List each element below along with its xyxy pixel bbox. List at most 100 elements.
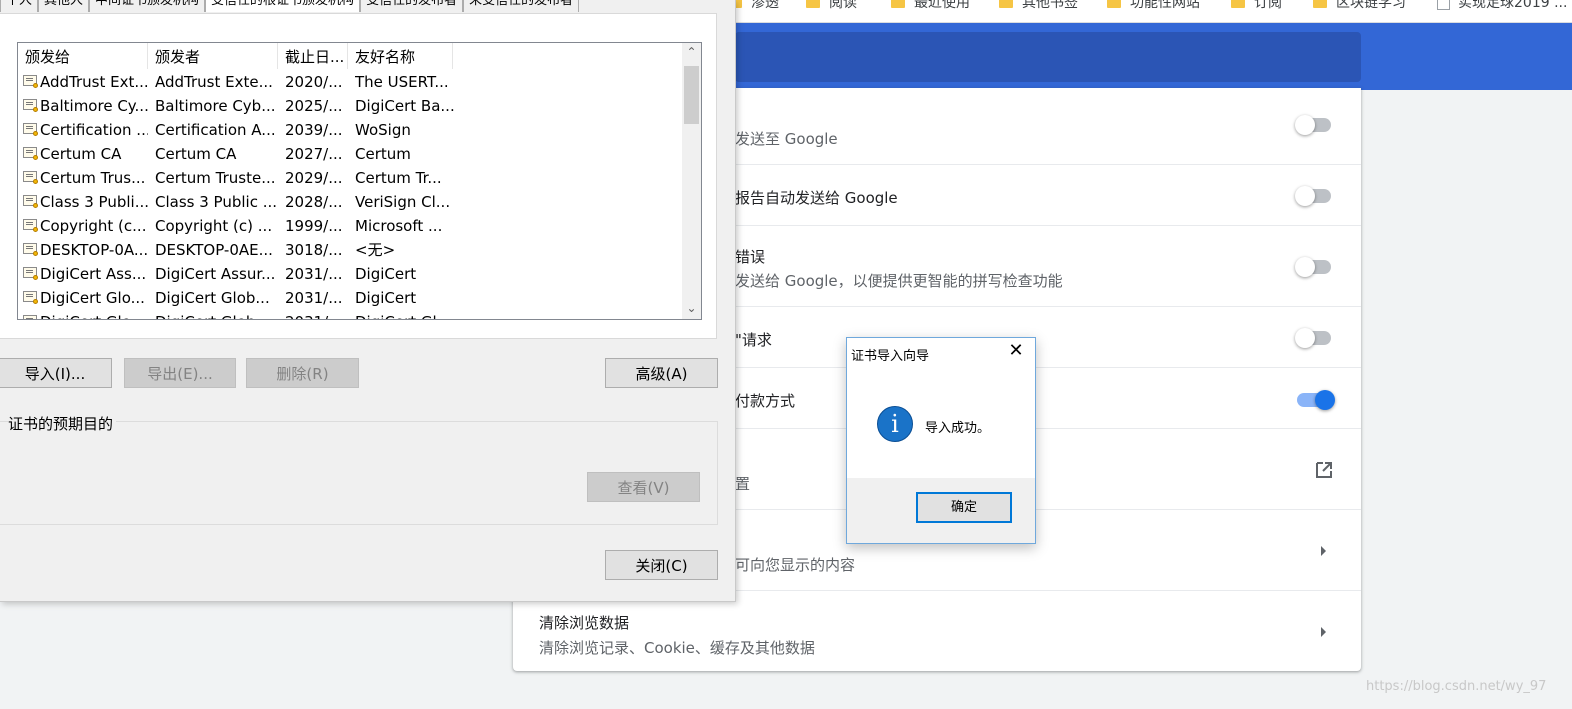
table-cell: DigiCert (355, 265, 417, 283)
popup-title: 证书导入向导 (851, 349, 930, 364)
table-cell: Class 3 Publi... (40, 193, 148, 211)
certificate-icon (23, 99, 38, 112)
table-row[interactable]: DigiCert Glo... DigiCert Glob... 2031/... D… (18, 310, 682, 319)
table-cell: DigiCert Ba... (355, 97, 455, 115)
certificate-icon (23, 195, 38, 208)
table-cell: 2031/... (285, 310, 349, 319)
table-cell: Baltimore Cyb... (155, 97, 276, 115)
table-cell: 2031/... (285, 289, 343, 307)
table-row[interactable]: DigiCert Ass... DigiCert Assur... 2031/...… (18, 262, 682, 286)
tab-intermediate-ca[interactable]: 中间证书颁发机构 (89, 0, 206, 12)
folder-icon (1313, 0, 1327, 8)
folder-icon (891, 0, 905, 8)
table-row[interactable]: Certum CA Certum CA 2027/... Certum (18, 142, 682, 166)
table-cell: VeriSign Cl... (355, 193, 451, 211)
delete-button[interactable]: 删除(R) (246, 358, 359, 388)
table-cell: Certification ... (40, 121, 148, 139)
tab-other-people[interactable]: 其他人 (38, 0, 90, 12)
bookmark-item[interactable]: 订阅 (1231, 0, 1282, 13)
table-row[interactable]: Certum Trus... Certum Truste... 2029/... Ce… (18, 166, 682, 190)
table-cell: 2039/... (285, 121, 343, 139)
export-button[interactable]: 导出(E)... (124, 358, 236, 388)
scroll-down-icon[interactable]: ⌄ (682, 299, 701, 317)
list-header: 颁发给 颁发者 截止日... 友好名称 (18, 43, 682, 69)
settings-row-clear-browsing-data[interactable]: 清除浏览数据 清除浏览记录、Cookie、缓存及其他数据 (513, 590, 1361, 672)
toggle-switch[interactable] (1295, 389, 1335, 410)
table-cell: 1999/... (285, 217, 343, 235)
certificate-manager-dialog: 个人 其他人 中间证书颁发机构 受信任的根证书颁发机构 受信任的发布者 未受信任… (0, 0, 736, 602)
table-cell: 3018/... (285, 241, 343, 259)
table-row[interactable]: Certification ... Certification A... 2039/… (18, 118, 682, 142)
bookmark-item[interactable]: 实现足球2019 ... (1437, 0, 1567, 13)
import-button[interactable]: 导入(I)... (0, 358, 112, 388)
certificate-icon (23, 291, 38, 304)
popup-message: 导入成功。 (925, 421, 991, 436)
table-cell: AddTrust Exte... (155, 73, 273, 91)
certificate-icon (23, 75, 38, 88)
tab-personal[interactable]: 个人 (0, 0, 39, 12)
folder-icon (1231, 0, 1245, 8)
table-cell: Certum Trus... (40, 169, 146, 187)
intended-purposes-label: 证书的预期目的 (8, 413, 117, 434)
advanced-button[interactable]: 高级(A) (605, 358, 718, 388)
table-row[interactable]: DigiCert Glo... DigiCert Glob... 2031/... D… (18, 286, 682, 310)
toggle-switch[interactable] (1295, 256, 1333, 277)
column-header-issued-by[interactable]: 颁发者 (148, 43, 278, 69)
table-cell: Certum CA (155, 145, 237, 163)
bookmark-item[interactable]: 区块链学习 (1313, 0, 1406, 13)
folder-icon (1107, 0, 1121, 8)
column-header-friendly-name[interactable]: 友好名称 (348, 43, 453, 69)
table-cell: DigiCert Ass... (40, 265, 147, 283)
table-row[interactable]: Class 3 Publi... Class 3 Public ... 2028/.… (18, 190, 682, 214)
external-link-icon[interactable] (1314, 460, 1334, 480)
column-header-issued-to[interactable]: 颁发给 (18, 43, 148, 69)
folder-icon (806, 0, 820, 8)
bookmark-item[interactable]: 功能性网站 (1107, 0, 1200, 13)
table-cell: DESKTOP-0AE... (155, 241, 273, 259)
table-cell: Baltimore Cy... (40, 97, 148, 115)
tab-trusted-root-ca[interactable]: 受信任的根证书颁发机构 (205, 0, 361, 12)
info-icon: i (877, 406, 913, 442)
toggle-switch[interactable] (1295, 185, 1333, 206)
table-cell: DigiCert Gl... (355, 310, 455, 319)
scroll-up-icon[interactable]: ⌃ (682, 43, 701, 61)
table-cell: 2020/... (285, 73, 343, 91)
table-row[interactable]: Copyright (c... Copyright (c) ... 1999/...… (18, 214, 682, 238)
table-cell: DigiCert (355, 289, 417, 307)
table-cell: Copyright (c... (40, 217, 147, 235)
tab-untrusted-publishers[interactable]: 未受信任的发布者 (463, 0, 580, 12)
bookmark-item[interactable]: 其他书签 (999, 0, 1078, 13)
page-icon (1437, 0, 1450, 10)
table-row[interactable]: DESKTOP-0A... DESKTOP-0AE... 3018/... <无> (18, 238, 682, 262)
bookmark-item[interactable]: 阅读 (806, 0, 857, 13)
scrollbar-thumb[interactable] (684, 66, 699, 124)
view-button[interactable]: 查看(V) (587, 472, 700, 502)
table-row[interactable]: Baltimore Cy... Baltimore Cyb... 2025/... D… (18, 94, 682, 118)
watermark: https://blog.csdn.net/wy_97 (1366, 679, 1547, 694)
tab-trusted-publishers[interactable]: 受信任的发布者 (360, 0, 464, 12)
certificate-icon (23, 123, 38, 136)
column-header-expiration[interactable]: 截止日... (278, 43, 348, 69)
close-button[interactable]: 关闭(C) (605, 550, 718, 580)
table-cell: Microsoft ... (355, 217, 443, 235)
table-cell: DigiCert Glo... (40, 289, 145, 307)
vertical-scrollbar[interactable]: ⌃ ⌄ (682, 43, 701, 319)
certificate-icon (23, 219, 38, 232)
certificate-list[interactable]: 颁发给 颁发者 截止日... 友好名称 AddTrust Ext... AddTr… (17, 42, 702, 320)
table-cell: Class 3 Public ... (155, 193, 277, 211)
popup-footer: 确定 (847, 478, 1035, 543)
table-cell: Copyright (c) ... (155, 217, 273, 235)
toggle-switch[interactable] (1295, 327, 1333, 348)
toggle-switch[interactable] (1295, 114, 1333, 135)
table-cell: 2027/... (285, 145, 343, 163)
close-icon[interactable]: ✕ (1006, 341, 1026, 361)
table-cell: 2031/... (285, 265, 343, 283)
settings-search-input[interactable] (735, 32, 1361, 82)
bookmark-item[interactable]: 最近使用 (891, 0, 970, 13)
table-row[interactable]: AddTrust Ext... AddTrust Exte... 2020/... T… (18, 70, 682, 94)
table-cell: DigiCert Glob... (155, 289, 270, 307)
certificate-icon (23, 147, 38, 160)
tab-strip: 个人 其他人 中间证书颁发机构 受信任的根证书颁发机构 受信任的发布者 未受信任… (0, 0, 580, 13)
table-cell: 2028/... (285, 193, 343, 211)
ok-button[interactable]: 确定 (916, 492, 1012, 523)
